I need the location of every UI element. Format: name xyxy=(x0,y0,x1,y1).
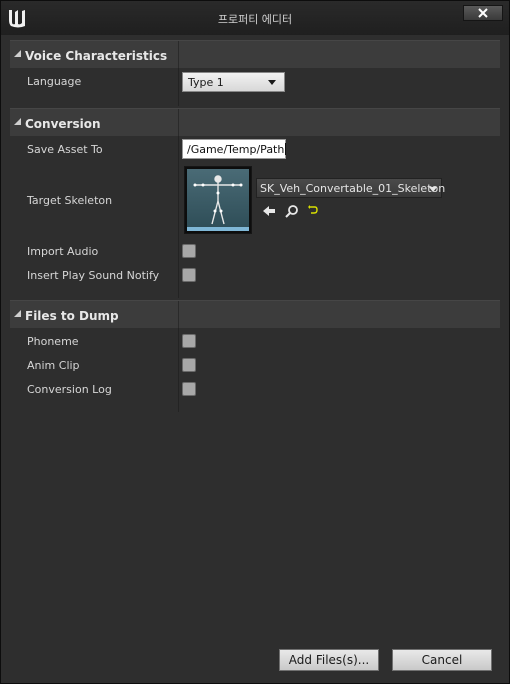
target-skeleton-value: SK_Veh_Convertable_01_Skeleton xyxy=(260,182,446,195)
reset-to-default-icon xyxy=(308,205,318,214)
section-header-files[interactable]: Files to Dump xyxy=(10,300,500,329)
skeleton-icon xyxy=(193,175,243,225)
use-selected-asset-button[interactable] xyxy=(261,203,277,219)
section-title-conversion: Conversion xyxy=(25,117,101,131)
use-selected-arrow-icon xyxy=(263,206,275,216)
section-header-conversion[interactable]: Conversion xyxy=(10,108,500,137)
section-header-voice[interactable]: Voice Characteristics xyxy=(10,40,500,69)
phoneme-label: Phoneme xyxy=(27,335,79,348)
insert-play-sound-checkbox[interactable] xyxy=(182,268,196,282)
target-skeleton-dropdown[interactable]: SK_Veh_Convertable_01_Skeleton xyxy=(256,178,446,198)
language-value: Type 1 xyxy=(188,76,224,89)
section-body-conversion: Save Asset To /Game/Temp/Path Target Ske… xyxy=(10,136,500,298)
details-panel: Voice Characteristics Language Type 1 Co… xyxy=(9,37,501,637)
import-audio-checkbox[interactable] xyxy=(182,244,196,258)
save-asset-label: Save Asset To xyxy=(27,143,103,156)
anim-clip-checkbox[interactable] xyxy=(182,358,196,372)
close-icon xyxy=(478,8,488,18)
collapse-arrow-icon xyxy=(14,310,21,317)
target-skeleton-label: Target Skeleton xyxy=(27,194,113,207)
import-audio-label: Import Audio xyxy=(27,245,99,258)
language-dropdown[interactable]: Type 1 xyxy=(182,72,285,92)
browse-asset-button[interactable] xyxy=(284,203,300,219)
language-label: Language xyxy=(27,75,82,88)
conversion-log-label: Conversion Log xyxy=(27,383,112,396)
close-button[interactable] xyxy=(463,5,503,21)
chevron-down-icon xyxy=(429,187,437,192)
section-title-voice: Voice Characteristics xyxy=(25,49,168,63)
window-title: 프로퍼티 에디터 xyxy=(217,13,293,26)
anim-clip-label: Anim Clip xyxy=(27,359,80,372)
section-title-files: Files to Dump xyxy=(25,309,119,323)
add-files-button[interactable]: Add Files(s)... xyxy=(279,649,379,671)
save-asset-value: /Game/Temp/Path xyxy=(187,143,285,156)
section-body-files: Phoneme Anim Clip Conversion Log xyxy=(10,328,500,412)
cancel-button[interactable]: Cancel xyxy=(392,649,492,671)
save-asset-input[interactable]: /Game/Temp/Path xyxy=(182,139,287,159)
conversion-log-checkbox[interactable] xyxy=(182,382,196,396)
chevron-down-icon xyxy=(268,80,276,85)
reset-to-default-button[interactable] xyxy=(305,202,321,218)
collapse-arrow-icon xyxy=(14,118,21,125)
title-bar[interactable]: 프로퍼티 에디터 xyxy=(1,1,509,35)
insert-play-sound-label: Insert Play Sound Notify xyxy=(27,269,160,282)
skeleton-thumbnail[interactable] xyxy=(184,166,252,234)
property-editor-window: 프로퍼티 에디터 Voice Characteristics Language … xyxy=(0,0,510,684)
section-body-voice: Language Type 1 xyxy=(10,68,500,106)
collapse-arrow-icon xyxy=(14,50,21,57)
phoneme-checkbox[interactable] xyxy=(182,334,196,348)
search-icon xyxy=(285,205,298,218)
